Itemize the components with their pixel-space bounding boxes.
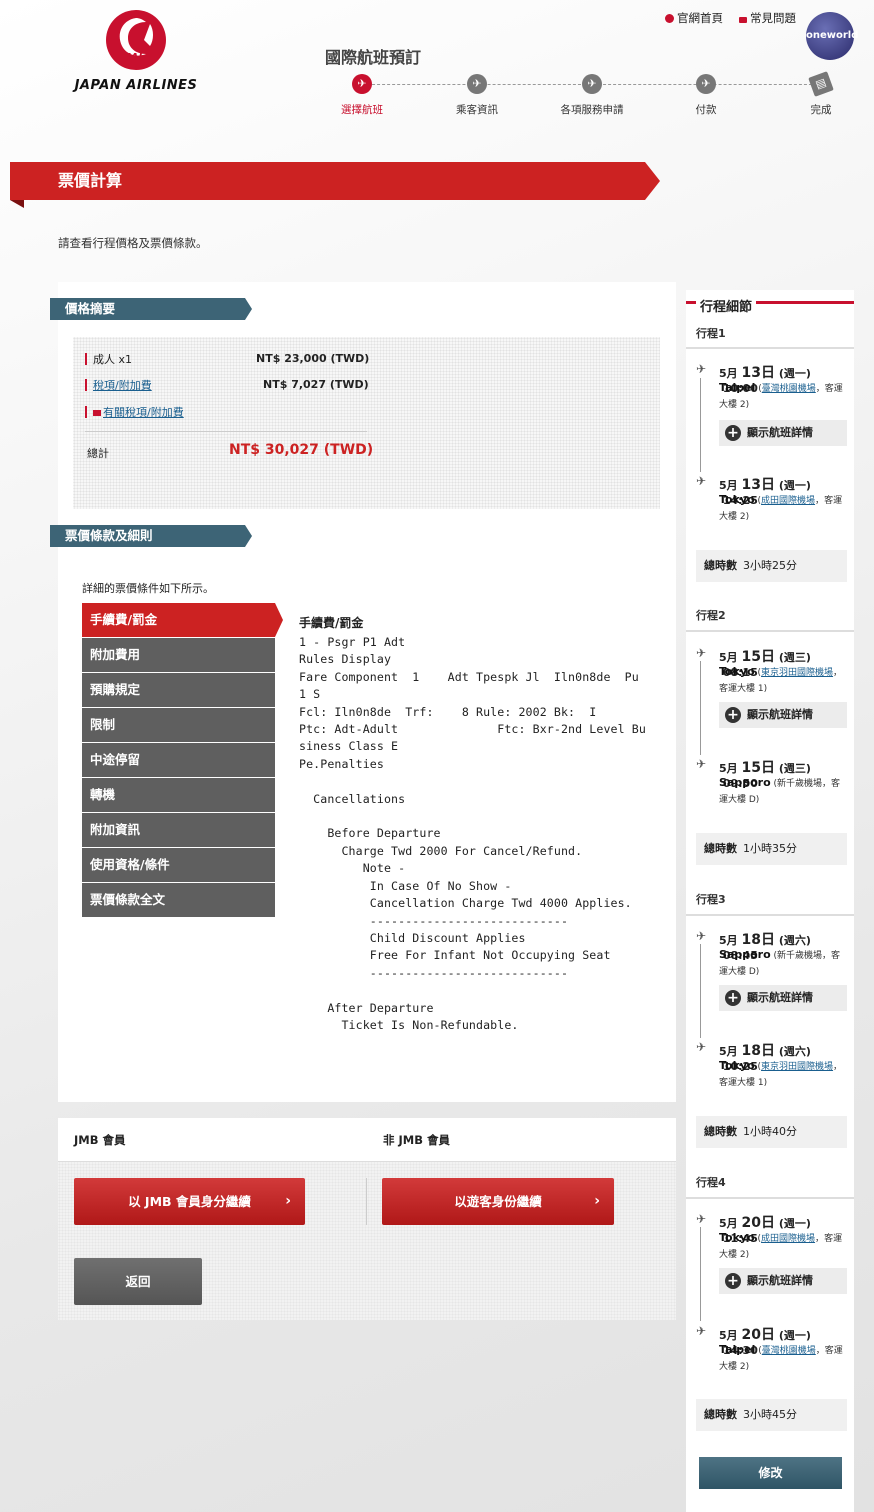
show-flight-details-button[interactable]: + 顯示航班詳情 <box>719 985 847 1011</box>
guest-continue-button[interactable]: 以遊客身份繼續 › <box>382 1178 614 1225</box>
non-jmb-member-label: 非 JMB 會員 <box>383 1133 450 1147</box>
menu-item-full-text[interactable]: 票價條款全文 <box>82 883 275 917</box>
airport-name: 新千歲機場 <box>777 951 823 961</box>
continue-section: JMB 會員 非 JMB 會員 以 JMB 會員身分繼續 › 以遊客身份繼續 › 返… <box>58 1118 676 1320</box>
adult-row: 成人 x1 <box>85 351 132 367</box>
plus-icon: + <box>725 707 741 723</box>
itinerary-sidebar: 行程細節 行程1 ✈ 5月 13日 (週一) 10:00 Taipei (臺灣桃… <box>686 290 854 1512</box>
total-label: 總計 <box>87 447 109 460</box>
menu-item-additional-info[interactable]: 附加資訊 <box>82 813 275 847</box>
landing-icon: ✈ <box>696 474 707 488</box>
plus-icon: + <box>725 1273 741 1289</box>
top-links: 官網首頁 常見問題 <box>665 10 796 26</box>
airport-link[interactable]: 成田國際機場 <box>761 496 815 506</box>
popup-icon <box>93 410 101 416</box>
itinerary-title: 行程細節 <box>696 296 757 315</box>
rules-text: 1 - Psgr P1 Adt Rules Display Fare Compo… <box>299 635 646 1032</box>
show-flight-details-button[interactable]: + 顯示航班詳情 <box>719 702 847 728</box>
takeoff-icon: ✈ <box>696 1212 707 1226</box>
crane-logo-icon: JAL <box>106 10 166 70</box>
tax-info-link[interactable]: 有關稅項/附加費 <box>103 406 184 419</box>
info-icon <box>665 14 674 23</box>
step-complete: ▤ 完成 <box>776 71 866 117</box>
page-intro: 請查看行程價格及票價條款。 <box>58 236 208 250</box>
ticket-icon: ▤ <box>808 71 834 97</box>
plus-icon: + <box>725 425 741 441</box>
airport-link[interactable]: 東京羽田國際機場 <box>761 668 833 678</box>
menu-item-eligibility[interactable]: 使用資格/條件 <box>82 848 275 882</box>
airport-link[interactable]: 臺灣桃園機場 <box>762 1346 816 1356</box>
total-price: NT$ 30,027 (TWD) <box>229 442 374 458</box>
booking-title: 國際航班預訂 <box>325 48 422 67</box>
divider <box>366 1178 367 1225</box>
airport-link[interactable]: 臺灣桃園機場 <box>762 384 816 394</box>
chevron-right-icon: › <box>285 1193 291 1209</box>
page-title: 票價計算 <box>10 162 660 200</box>
airport-link[interactable]: 成田國際機場 <box>761 1234 815 1244</box>
faq-icon <box>739 17 747 23</box>
leg-1-title: 行程1 <box>696 327 726 340</box>
rules-heading: 手續費/罰金 <box>299 616 364 630</box>
tax-row: 稅項/附加費 <box>85 377 152 393</box>
step-services: ✈ 各項服務申請 <box>547 74 637 117</box>
plus-icon: + <box>725 990 741 1006</box>
leg-1-duration: 總時數 3小時25分 <box>696 550 847 582</box>
step-select-flight: ✈ 選擇航班 <box>317 74 407 117</box>
leg-4-duration: 總時數 3小時45分 <box>696 1399 847 1431</box>
tax-link[interactable]: 稅項/附加費 <box>93 379 152 392</box>
back-button[interactable]: 返回 <box>74 1258 202 1305</box>
brand-name: JAPAN AIRLINES <box>74 78 198 93</box>
leg-3-title: 行程3 <box>696 893 726 906</box>
leg-2-title: 行程2 <box>696 609 726 622</box>
leg-3-duration: 總時數 1小時40分 <box>696 1116 847 1148</box>
landing-icon: ✈ <box>696 1324 707 1338</box>
takeoff-icon: ✈ <box>696 362 707 376</box>
landing-icon: ✈ <box>696 757 707 771</box>
airport-name: 新千歲機場 <box>777 779 823 789</box>
price-summary: 成人 x1 NT$ 23,000 (TWD) 稅項/附加費 NT$ 7,027 … <box>73 337 660 509</box>
price-summary-tag: 價格摘要 <box>50 298 252 320</box>
jmb-continue-button[interactable]: 以 JMB 會員身分繼續 › <box>74 1178 305 1225</box>
chevron-right-icon: › <box>594 1193 600 1209</box>
leg-2-duration: 總時數 1小時35分 <box>696 833 847 865</box>
top-link-home[interactable]: 官網首頁 <box>665 10 723 26</box>
show-flight-details-button[interactable]: + 顯示航班詳情 <box>719 1268 847 1294</box>
menu-item-penalties[interactable]: 手續費/罰金 <box>82 603 283 637</box>
divider <box>85 431 367 432</box>
adult-price: NT$ 23,000 (TWD) <box>256 352 370 365</box>
plane-icon: ✈ <box>352 74 372 94</box>
takeoff-icon: ✈ <box>696 929 707 943</box>
landing-icon: ✈ <box>696 1040 707 1054</box>
fare-rules-tag: 票價條款及細則 <box>50 525 252 547</box>
svg-text:JAL: JAL <box>125 52 145 63</box>
plane-icon: ✈ <box>696 74 716 94</box>
jal-logo[interactable]: JAL JAPAN AIRLINES <box>58 10 214 100</box>
fare-rules-menu: 手續費/罰金 附加費用 預購規定 限制 中途停留 轉機 附加資訊 使用資格/條件… <box>82 603 283 918</box>
show-flight-details-button[interactable]: + 顯示航班詳情 <box>719 420 847 446</box>
progress-steps: ✈ 選擇航班 ✈ 乘客資訊 ✈ 各項服務申請 ✈ 付款 ▤ 完成 <box>304 71 844 122</box>
menu-item-surcharges[interactable]: 附加費用 <box>82 638 275 672</box>
menu-item-advance-purchase[interactable]: 預購規定 <box>82 673 275 707</box>
airport-link[interactable]: 東京羽田國際機場 <box>761 1062 833 1072</box>
tax-price: NT$ 7,027 (TWD) <box>263 378 369 391</box>
takeoff-icon: ✈ <box>696 646 707 660</box>
plane-icon: ✈ <box>582 74 602 94</box>
menu-item-transfers[interactable]: 轉機 <box>82 778 275 812</box>
leg-4-title: 行程4 <box>696 1176 726 1189</box>
top-link-faq[interactable]: 常見問題 <box>739 10 796 26</box>
fare-rules-intro: 詳細的票價條件如下所示。 <box>82 582 214 595</box>
tax-info-row: 有關稅項/附加費 <box>85 404 184 420</box>
menu-item-restrictions[interactable]: 限制 <box>82 708 275 742</box>
plane-icon: ✈ <box>467 74 487 94</box>
step-passenger-info: ✈ 乘客資訊 <box>432 74 522 117</box>
modify-button[interactable]: 修改 <box>699 1457 842 1489</box>
menu-item-stopovers[interactable]: 中途停留 <box>82 743 275 777</box>
step-payment: ✈ 付款 <box>661 74 751 117</box>
oneworld-logo: oneworld <box>806 12 858 60</box>
jmb-member-label: JMB 會員 <box>74 1133 126 1147</box>
